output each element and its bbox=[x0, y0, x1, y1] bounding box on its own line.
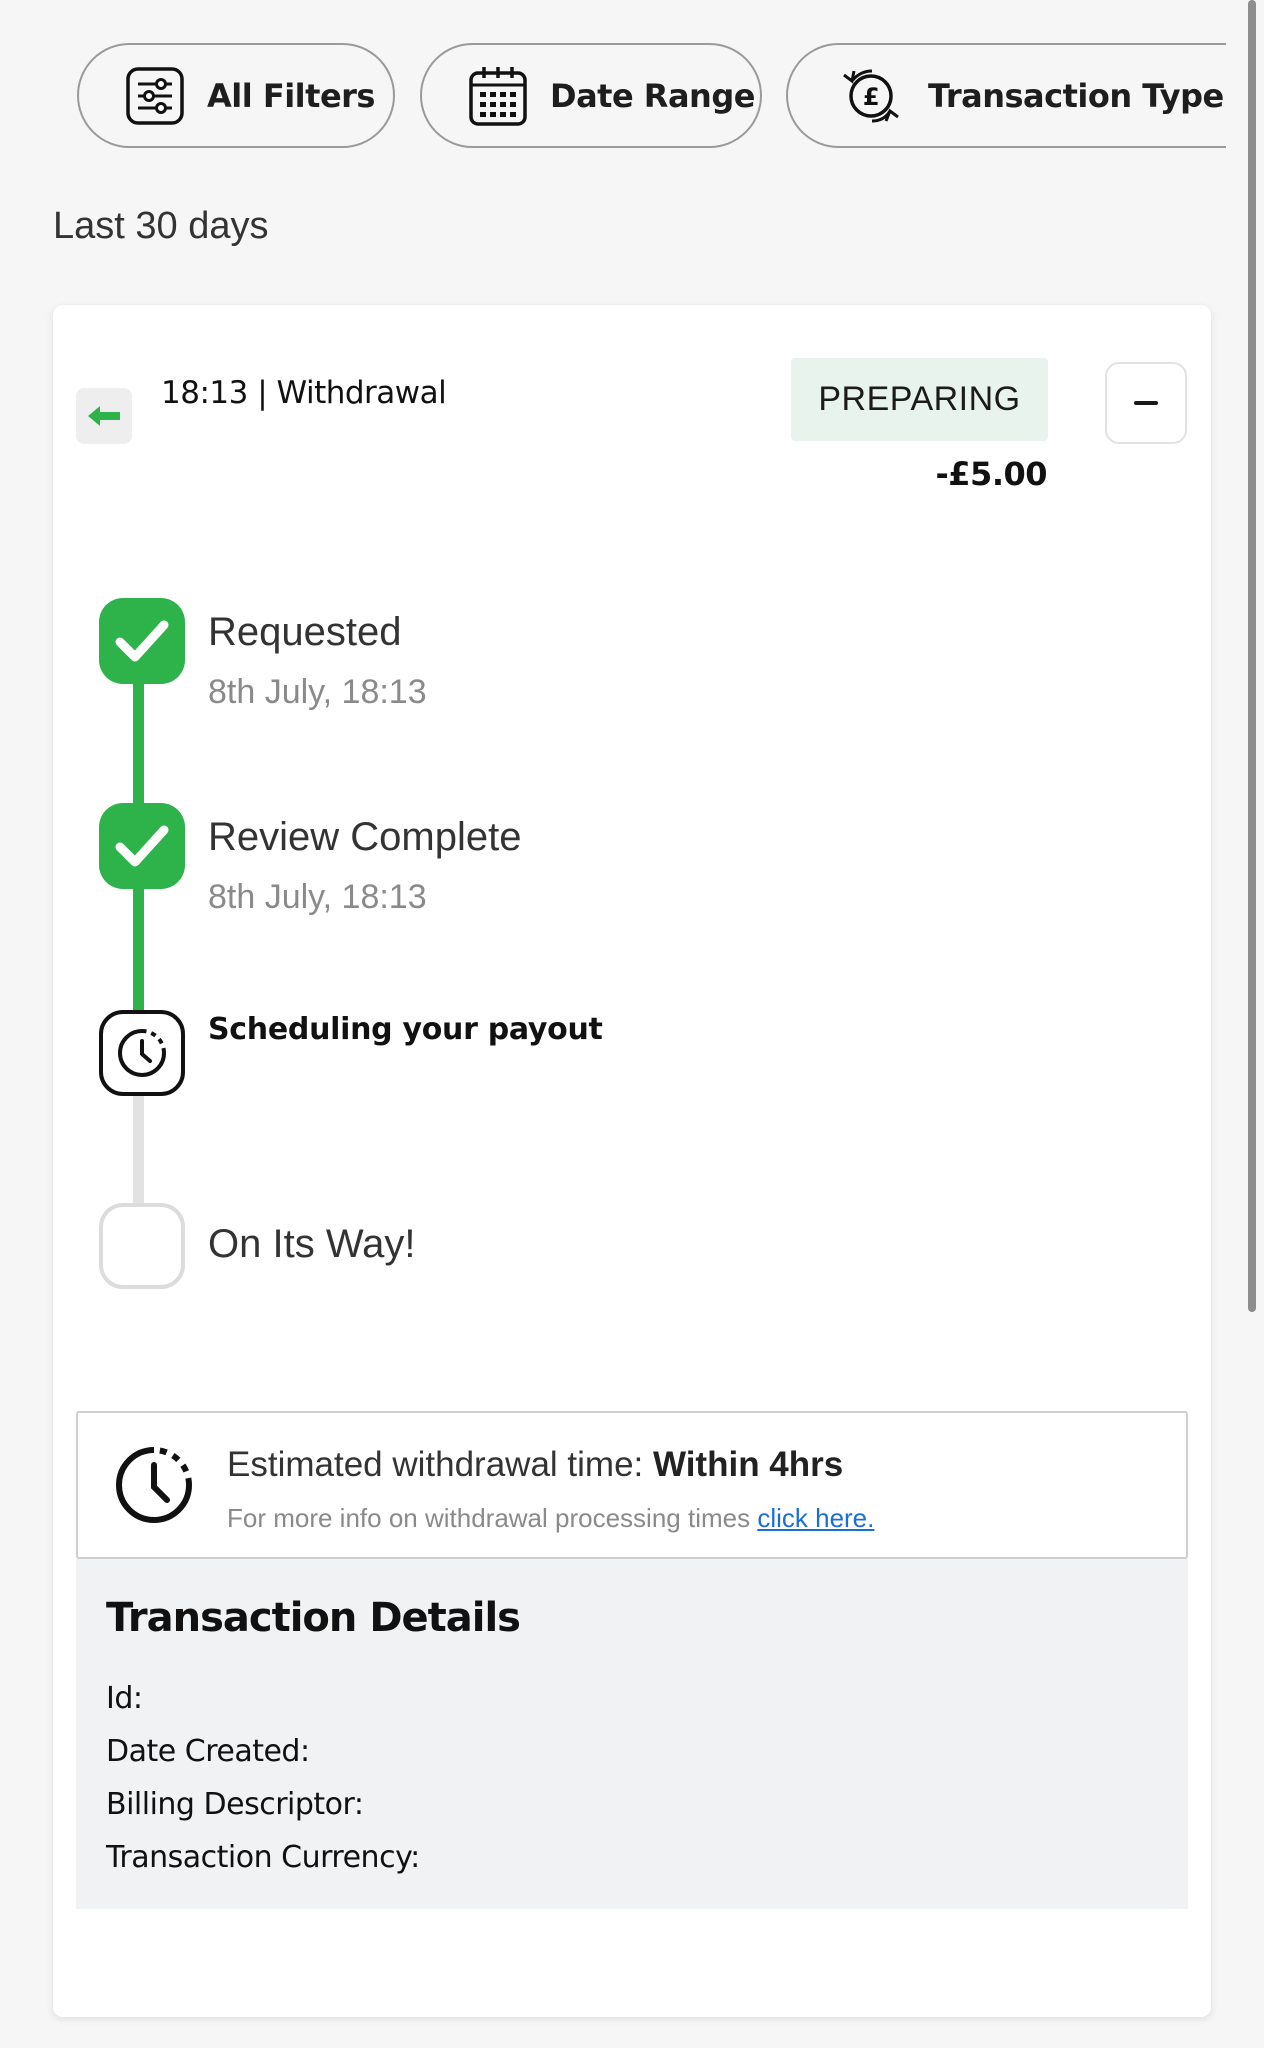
transaction-details-title: Transaction Details bbox=[106, 1595, 521, 1641]
detail-row-billing-descriptor: Billing Descriptor: bbox=[106, 1787, 364, 1822]
processing-info-label: For more info on withdrawal processing t… bbox=[227, 1503, 758, 1533]
date-range-summary: Last 30 days bbox=[53, 205, 269, 247]
step-review-time: 8th July, 18:13 bbox=[208, 878, 427, 916]
step-requested-time: 8th July, 18:13 bbox=[208, 673, 427, 711]
detail-row-date-created: Date Created: bbox=[106, 1734, 310, 1769]
vertical-scrollbar[interactable] bbox=[1248, 0, 1256, 1312]
arrow-left-icon bbox=[76, 388, 132, 444]
svg-text:£: £ bbox=[863, 83, 879, 111]
all-filters-label: All Filters bbox=[207, 76, 375, 115]
estimated-time-label: Estimated withdrawal time: bbox=[227, 1445, 653, 1484]
processing-info-text: For more info on withdrawal processing t… bbox=[227, 1503, 874, 1534]
all-filters-button[interactable]: All Filters bbox=[77, 43, 395, 148]
transaction-amount: -£5.00 bbox=[935, 455, 1048, 493]
status-badge: PREPARING bbox=[791, 358, 1048, 441]
calendar-icon bbox=[468, 65, 528, 127]
transaction-type-label: Transaction Type bbox=[928, 76, 1224, 115]
detail-row-id: Id: bbox=[106, 1681, 143, 1716]
step-on-its-way-empty-icon bbox=[99, 1203, 185, 1289]
withdrawal-page: All Filters Date Range £ Transaction Typ… bbox=[0, 0, 1264, 2048]
pound-exchange-icon: £ bbox=[836, 65, 906, 127]
estimated-time-value: Within 4hrs bbox=[652, 1445, 844, 1484]
detail-row-transaction-currency: Transaction Currency: bbox=[106, 1840, 420, 1875]
transaction-details-panel: Transaction Details Id: Date Created: Bi… bbox=[76, 1559, 1188, 1909]
step-scheduling-clock-icon bbox=[99, 1010, 185, 1096]
click-here-link[interactable]: click here. bbox=[757, 1503, 874, 1533]
transaction-title: 18:13 | Withdrawal bbox=[161, 375, 447, 411]
step-requested-title: Requested bbox=[208, 610, 402, 654]
step-on-its-way-title: On Its Way! bbox=[208, 1222, 416, 1266]
clock-icon bbox=[114, 1445, 194, 1530]
date-range-label: Date Range bbox=[550, 76, 755, 115]
step-requested-check-icon bbox=[99, 598, 185, 684]
date-range-button[interactable]: Date Range bbox=[420, 43, 762, 148]
estimated-time-text: Estimated withdrawal time: Within 4hrs bbox=[227, 1445, 843, 1485]
step-review-check-icon bbox=[99, 803, 185, 889]
collapse-button[interactable] bbox=[1105, 362, 1187, 444]
step-scheduling-title: Scheduling your payout bbox=[208, 1012, 603, 1047]
sliders-icon bbox=[125, 66, 185, 126]
step-review-title: Review Complete bbox=[208, 815, 522, 859]
transaction-type-button[interactable]: £ Transaction Type bbox=[786, 43, 1226, 148]
estimated-time-box: Estimated withdrawal time: Within 4hrs F… bbox=[76, 1411, 1188, 1559]
minus-icon bbox=[1134, 401, 1158, 405]
transaction-card: 18:13 | Withdrawal PREPARING -£5.00 Requ… bbox=[53, 305, 1211, 2017]
